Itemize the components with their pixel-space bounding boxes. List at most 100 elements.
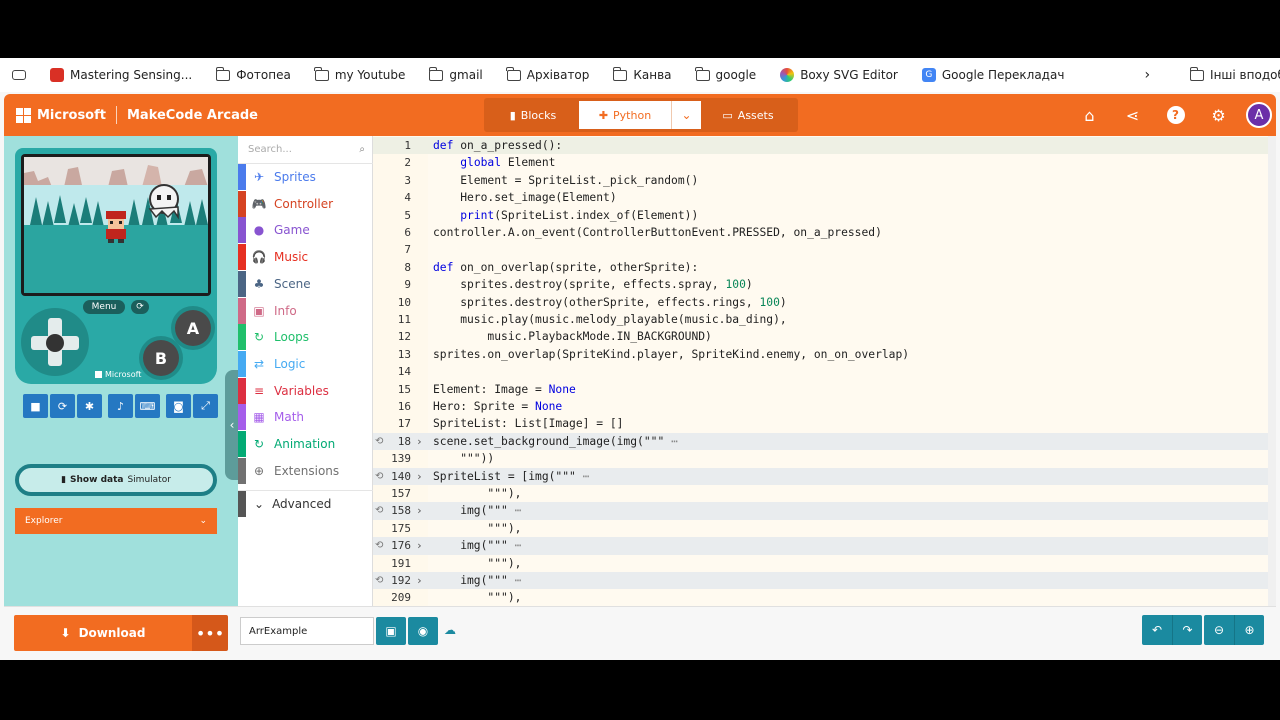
more-bookmarks-chevron[interactable]: › bbox=[1132, 67, 1162, 83]
fullscreen-button[interactable]: ⤢ bbox=[193, 394, 218, 418]
folded-ellipsis[interactable]: ⋯ bbox=[515, 504, 522, 517]
category-extensions[interactable]: ⊕ Extensions bbox=[238, 457, 373, 484]
keyboard-button[interactable]: ⌨ bbox=[135, 394, 160, 418]
code-line[interactable]: 9 sprites.destroy(sprite, effects.spray,… bbox=[373, 276, 1276, 293]
code-line[interactable]: 2 global Element bbox=[373, 154, 1276, 171]
code-line[interactable]: 3 Element = SpriteList._pick_random() bbox=[373, 172, 1276, 189]
b-button[interactable]: B bbox=[143, 340, 179, 376]
dpad[interactable] bbox=[21, 308, 89, 376]
bookmark-5[interactable]: Канва bbox=[601, 66, 683, 82]
share-button[interactable]: ⋖ bbox=[1111, 94, 1154, 136]
category-loops[interactable]: ↻ Loops bbox=[238, 324, 373, 351]
reset-button[interactable]: ⟳ bbox=[131, 300, 149, 314]
bookmark-7[interactable]: Boxy SVG Editor bbox=[768, 68, 910, 82]
menu-button[interactable]: Menu bbox=[83, 300, 125, 314]
help-button[interactable]: ? bbox=[1154, 94, 1197, 136]
fold-chevron-icon[interactable]: › bbox=[416, 433, 423, 450]
folded-ellipsis[interactable]: ⋯ bbox=[515, 574, 522, 587]
tab-blocks[interactable]: ▮ Blocks bbox=[487, 101, 579, 129]
avatar[interactable]: A bbox=[1246, 102, 1272, 128]
simulator-screen[interactable] bbox=[21, 154, 211, 296]
code-line[interactable]: 8 def on_on_overlap(sprite, otherSprite): bbox=[373, 259, 1276, 276]
code-line[interactable]: 191 """), bbox=[373, 555, 1276, 572]
code-line[interactable]: ⟲ › 192 img(""" ⋯ bbox=[373, 572, 1276, 590]
code-line[interactable]: 1 def on_a_pressed(): bbox=[373, 137, 1276, 155]
category-info[interactable]: ▣ Info bbox=[238, 297, 373, 324]
bookmark-0[interactable]: Mastering Sensing... bbox=[38, 68, 204, 82]
advanced-category[interactable]: ⌄ Advanced bbox=[238, 490, 373, 517]
code-line[interactable]: 17 SpriteList: List[Image] = [] bbox=[373, 415, 1276, 432]
code-line[interactable]: 11 music.play(music.melody_playable(musi… bbox=[373, 311, 1276, 328]
download-options-button[interactable]: ••• bbox=[192, 615, 228, 651]
cloud-status[interactable]: ☁ bbox=[444, 623, 456, 637]
folded-ellipsis[interactable]: ⋯ bbox=[583, 470, 590, 483]
project-name-input[interactable]: ArrExample bbox=[240, 617, 374, 645]
code-line[interactable]: 157 """), bbox=[373, 485, 1276, 502]
code-line[interactable]: 4 Hero.set_image(Element) bbox=[373, 189, 1276, 206]
code-line[interactable]: 175 """), bbox=[373, 520, 1276, 537]
code-line[interactable]: ⟲ › 158 img(""" ⋯ bbox=[373, 502, 1276, 520]
undo-button[interactable]: ↶ bbox=[1142, 615, 1172, 645]
code-line[interactable]: 5 print(SpriteList.index_of(Element)) bbox=[373, 207, 1276, 224]
tab-python[interactable]: ✚ Python bbox=[579, 101, 671, 129]
search-input[interactable]: Search... bbox=[248, 144, 292, 155]
code-line[interactable]: 15 Element: Image = None bbox=[373, 381, 1276, 398]
bookmark-8[interactable]: G Google Перекладач bbox=[910, 68, 1077, 82]
code-line[interactable]: 13 sprites.on_overlap(SpriteKind.player, … bbox=[373, 346, 1276, 363]
code-line[interactable]: 6 controller.A.on_event(ControllerButtonE… bbox=[373, 224, 1276, 241]
fold-chevron-icon[interactable]: › bbox=[416, 572, 423, 589]
toolbox-search[interactable]: Search... ⌕ bbox=[238, 136, 373, 164]
settings-button[interactable]: ⚙ bbox=[1197, 94, 1240, 136]
code-line[interactable]: ⟲ › 140 SpriteList = [img(""" ⋯ bbox=[373, 467, 1276, 485]
category-logic[interactable]: ⇄ Logic bbox=[238, 350, 373, 377]
fold-chevron-icon[interactable]: › bbox=[416, 537, 423, 554]
mute-button[interactable]: ♪ bbox=[108, 394, 133, 418]
code-line[interactable]: 139 """)) bbox=[373, 450, 1276, 467]
screenshot-button[interactable]: ◙ bbox=[166, 394, 191, 418]
collapse-simulator-button[interactable]: ‹ bbox=[225, 370, 239, 480]
zoom-out-button[interactable]: ⊖ bbox=[1204, 615, 1234, 645]
bookmark-2[interactable]: my Youtube bbox=[303, 66, 418, 82]
fold-chevron-icon[interactable]: › bbox=[416, 502, 423, 519]
bookmark-6[interactable]: google bbox=[684, 66, 769, 82]
download-button[interactable]: ⬇ Download bbox=[14, 615, 192, 651]
folded-ellipsis[interactable]: ⋯ bbox=[515, 539, 522, 552]
bookmark-4[interactable]: Архіватор bbox=[495, 66, 602, 82]
category-math[interactable]: ▦ Math bbox=[238, 404, 373, 431]
category-sprites[interactable]: ✈ Sprites bbox=[238, 164, 373, 190]
explorer-toggle[interactable]: Explorer ⌄ bbox=[15, 508, 217, 534]
code-line[interactable]: 7 bbox=[373, 241, 1276, 258]
code-line[interactable]: ⟲ › 176 img(""" ⋯ bbox=[373, 537, 1276, 555]
code-line[interactable]: 16 Hero: Sprite = None bbox=[373, 398, 1276, 415]
debug-button[interactable]: ✱ bbox=[77, 394, 102, 418]
zoom-in-button[interactable]: ⊕ bbox=[1234, 615, 1264, 645]
category-scene[interactable]: ♣ Scene bbox=[238, 270, 373, 297]
python-code-editor[interactable]: 1 def on_a_pressed(): 2 global Element 3 El… bbox=[373, 136, 1276, 606]
save-button[interactable]: ▣ bbox=[376, 617, 406, 645]
stop-button[interactable]: ■ bbox=[23, 394, 48, 418]
redo-button[interactable]: ↷ bbox=[1172, 615, 1202, 645]
editor-scrollbar[interactable] bbox=[1268, 136, 1276, 606]
a-button[interactable]: A bbox=[175, 310, 211, 346]
category-game[interactable]: ● Game bbox=[238, 217, 373, 244]
restart-button[interactable]: ⟳ bbox=[50, 394, 75, 418]
bookmark-3[interactable]: gmail bbox=[417, 66, 494, 82]
sidebar-toggle[interactable] bbox=[0, 70, 38, 80]
category-animation[interactable]: ↻ Animation bbox=[238, 431, 373, 457]
fold-chevron-icon[interactable]: › bbox=[416, 468, 423, 485]
tab-assets[interactable]: ▭ Assets bbox=[701, 101, 795, 129]
code-line[interactable]: 209 """), bbox=[373, 589, 1276, 606]
code-line[interactable]: 10 sprites.destroy(otherSprite, effects.… bbox=[373, 294, 1276, 311]
category-controller[interactable]: 🎮 Controller bbox=[238, 190, 373, 217]
bookmark-1[interactable]: Фотопеа bbox=[204, 66, 303, 82]
code-line[interactable]: 14 bbox=[373, 363, 1276, 380]
github-button[interactable]: ◉ bbox=[408, 617, 438, 645]
category-music[interactable]: 🎧 Music bbox=[238, 244, 373, 271]
folded-ellipsis[interactable]: ⋯ bbox=[671, 435, 678, 448]
language-dropdown-button[interactable]: ⌄ bbox=[671, 101, 701, 129]
code-line[interactable]: 12 music.PlaybackMode.IN_BACKGROUND) bbox=[373, 328, 1276, 345]
app-title[interactable]: MakeCode Arcade bbox=[127, 108, 258, 123]
home-button[interactable]: ⌂ bbox=[1068, 94, 1111, 136]
other-bookmarks[interactable]: Інші вподобання bbox=[1178, 66, 1280, 82]
code-line[interactable]: ⟲ › 18 scene.set_background_image(img(""" ⋯ bbox=[373, 432, 1276, 451]
